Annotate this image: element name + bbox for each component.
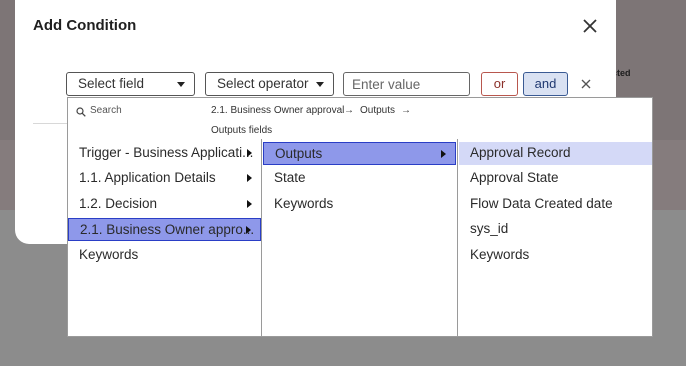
search-icon xyxy=(76,107,86,117)
list-item[interactable]: Keywords xyxy=(459,244,652,267)
list-item-selected[interactable]: 2.1. Business Owner appro... xyxy=(68,218,261,241)
chevron-right-icon xyxy=(247,174,252,182)
list-item[interactable]: 1.2. Decision xyxy=(68,193,261,216)
select-field-label: Select field xyxy=(78,76,145,91)
list-item[interactable]: sys_id xyxy=(459,218,652,241)
and-button[interactable]: and xyxy=(523,72,568,96)
value-input[interactable] xyxy=(343,72,470,96)
picker-column-1: Trigger - Business Applicati... 1.1. App… xyxy=(68,139,262,337)
list-item-highlighted[interactable]: Approval Record xyxy=(459,142,652,165)
list-item[interactable]: State xyxy=(263,167,456,190)
list-item[interactable]: Keywords xyxy=(263,193,456,216)
list-item[interactable]: Keywords xyxy=(68,244,261,267)
search-input[interactable]: Search xyxy=(90,105,122,116)
breadcrumb-item[interactable]: Outputs xyxy=(360,105,395,116)
select-field-dropdown[interactable]: Select field xyxy=(66,72,195,96)
list-item[interactable]: Flow Data Created date xyxy=(459,193,652,216)
select-operator-dropdown[interactable]: Select operator xyxy=(205,72,334,96)
picker-column-3: Approval Record Approval State Flow Data… xyxy=(458,139,653,337)
breadcrumb-item[interactable]: Outputs fields xyxy=(211,125,272,136)
chevron-right-icon xyxy=(247,149,252,157)
or-button[interactable]: or xyxy=(481,72,518,96)
field-picker-dropdown: Search 2.1. Business Owner approval → Ou… xyxy=(67,97,653,337)
caret-down-icon xyxy=(316,82,324,87)
chevron-right-icon xyxy=(246,226,251,234)
breadcrumb-item[interactable]: 2.1. Business Owner approval xyxy=(211,105,344,116)
list-item[interactable]: Approval State xyxy=(459,167,652,190)
list-item-selected[interactable]: Outputs xyxy=(263,142,456,165)
select-operator-label: Select operator xyxy=(217,76,309,91)
list-item[interactable]: Trigger - Business Applicati... xyxy=(68,142,261,165)
list-item[interactable]: 1.1. Application Details xyxy=(68,167,261,190)
close-icon[interactable] xyxy=(581,17,599,35)
arrow-right-icon: → xyxy=(401,105,411,116)
modal-title: Add Condition xyxy=(33,17,137,34)
remove-condition-icon[interactable] xyxy=(579,77,593,91)
picker-column-2: Outputs State Keywords xyxy=(262,139,458,337)
caret-down-icon xyxy=(177,82,185,87)
arrow-right-icon: → xyxy=(344,105,354,116)
chevron-right-icon xyxy=(441,150,446,158)
chevron-right-icon xyxy=(247,200,252,208)
